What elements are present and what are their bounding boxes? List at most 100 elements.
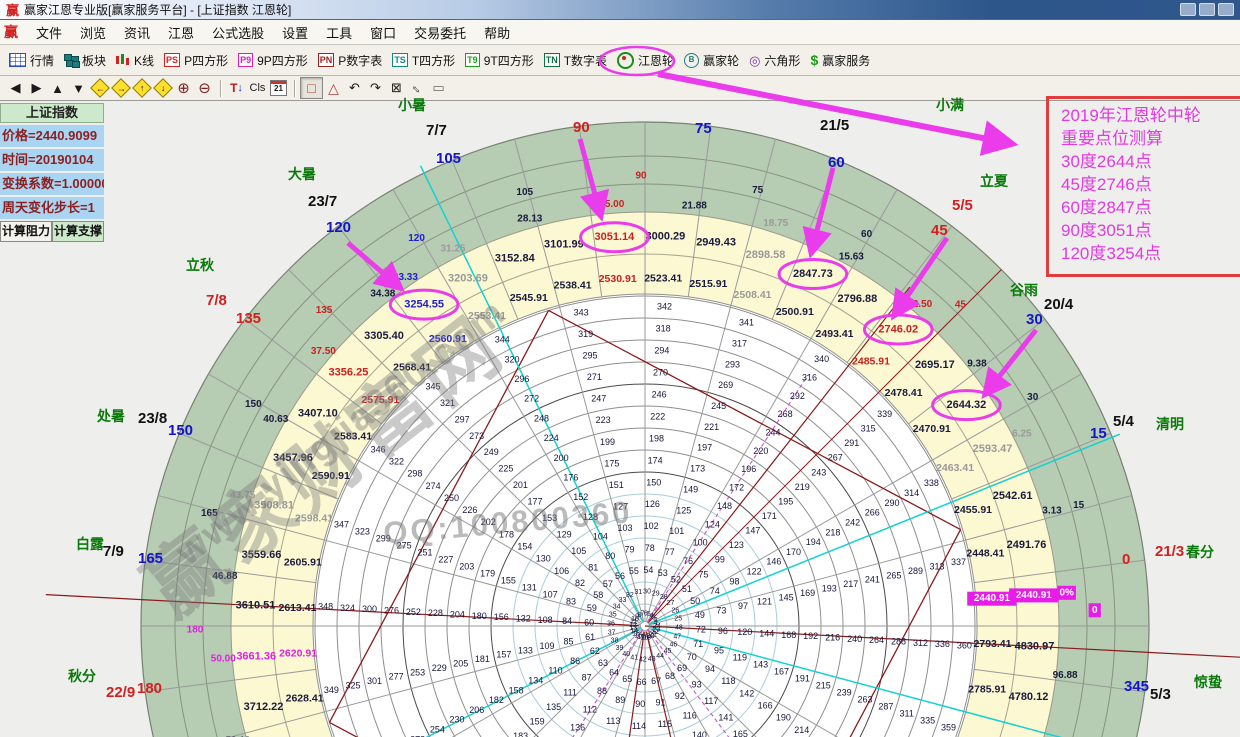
- toolbar-quotes[interactable]: 行情: [4, 49, 59, 72]
- menu-item-settings[interactable]: 设置: [273, 21, 317, 44]
- svg-text:117: 117: [704, 696, 718, 706]
- calc-resistance-button[interactable]: 计算阻力: [0, 221, 52, 242]
- svg-text:336: 336: [935, 639, 950, 649]
- draw-zoom-in-button[interactable]: ⊕: [173, 78, 194, 98]
- draw-square-tool-button[interactable]: □: [300, 77, 323, 99]
- maximize-button[interactable]: [1199, 3, 1215, 16]
- svg-text:3101.99: 3101.99: [544, 239, 584, 251]
- toolbar-kline[interactable]: K线: [111, 49, 159, 72]
- draw-zoom-out-button[interactable]: ⊖: [194, 78, 215, 98]
- svg-text:80: 80: [605, 551, 615, 561]
- svg-text:66: 66: [637, 677, 647, 687]
- toolbar-label-winner-service: 赢家服务: [822, 52, 870, 69]
- toolbar-t-square[interactable]: TST四方形: [387, 49, 460, 72]
- menu-item-file[interactable]: 文件: [27, 21, 71, 44]
- menu-item-trade-entrust[interactable]: 交易委托: [405, 21, 475, 44]
- toolbar-gann-wheel[interactable]: 江恩轮: [612, 49, 679, 72]
- svg-text:151: 151: [609, 480, 624, 490]
- toolbar-p-number-table[interactable]: PNP数字表: [313, 49, 388, 72]
- svg-text:86: 86: [570, 656, 580, 666]
- toolbar-p-square[interactable]: PSP四方形: [159, 49, 233, 72]
- svg-text:78: 78: [645, 543, 655, 553]
- svg-text:165: 165: [733, 729, 748, 737]
- annotation-line: 60度2847点: [1061, 196, 1240, 219]
- svg-text:148: 148: [717, 501, 732, 511]
- minimize-button[interactable]: [1180, 3, 1196, 16]
- draw-rotate-cw-button[interactable]: ↷: [365, 78, 386, 98]
- svg-text:2493.41: 2493.41: [816, 328, 854, 340]
- panel-row-step: 周天变化步长=1: [0, 197, 104, 219]
- toolbar-t-number-table[interactable]: TNT数字表: [539, 49, 612, 72]
- svg-text:294: 294: [654, 346, 669, 356]
- svg-text:3610.51: 3610.51: [236, 600, 276, 612]
- svg-text:225: 225: [498, 464, 513, 474]
- svg-text:2463.41: 2463.41: [936, 462, 974, 474]
- toolbar-sectors[interactable]: 板块: [59, 49, 111, 72]
- svg-text:45: 45: [955, 300, 967, 311]
- svg-text:168: 168: [781, 630, 796, 640]
- svg-text:359: 359: [941, 723, 956, 733]
- svg-text:287: 287: [878, 702, 893, 712]
- close-button[interactable]: [1218, 3, 1234, 16]
- draw-t-updown-button[interactable]: T↓: [226, 78, 247, 98]
- menu-item-browse[interactable]: 浏览: [71, 21, 115, 44]
- menu-item-help[interactable]: 帮助: [475, 21, 519, 44]
- svg-text:131: 131: [522, 582, 537, 592]
- svg-text:2628.41: 2628.41: [286, 692, 324, 704]
- svg-text:113: 113: [606, 716, 620, 726]
- svg-text:239: 239: [837, 688, 852, 698]
- svg-text:178: 178: [499, 529, 514, 539]
- toolbar-winner-wheel[interactable]: B赢家轮: [679, 49, 744, 72]
- svg-text:252: 252: [406, 607, 421, 617]
- svg-text:275: 275: [397, 540, 412, 550]
- svg-text:71: 71: [693, 639, 703, 649]
- toolbar-9p-square[interactable]: P99P四方形: [233, 49, 313, 72]
- draw-pan-left-button[interactable]: ←: [89, 78, 110, 98]
- calendar-icon: 21: [270, 80, 287, 96]
- svg-text:199: 199: [600, 437, 615, 447]
- menu-item-window[interactable]: 窗口: [361, 21, 405, 44]
- menu-bar: 赢 文件浏览资讯江恩公式选股设置工具窗口交易委托帮助: [0, 20, 1240, 45]
- panel-row-price: 价格=2440.9099: [0, 125, 104, 147]
- svg-text:2545.91: 2545.91: [510, 292, 548, 304]
- calc-support-button[interactable]: 计算支撑: [52, 221, 104, 242]
- draw-cls-button[interactable]: Cls: [247, 78, 268, 98]
- svg-text:84: 84: [562, 616, 572, 626]
- toolbar-hexagon[interactable]: ◎六角形: [744, 49, 805, 72]
- draw-pan-up-button[interactable]: ↑: [131, 78, 152, 98]
- draw-calendar-button[interactable]: 21: [268, 78, 289, 98]
- svg-text:150: 150: [646, 477, 661, 487]
- svg-text:107: 107: [543, 589, 558, 599]
- svg-text:75: 75: [752, 185, 764, 196]
- svg-text:62: 62: [590, 646, 600, 656]
- svg-text:292: 292: [790, 391, 805, 401]
- draw-flip-up-button[interactable]: ▲: [47, 78, 68, 98]
- draw-pan-right-button[interactable]: →: [110, 78, 131, 98]
- menu-item-gann[interactable]: 江恩: [159, 21, 203, 44]
- svg-text:268: 268: [778, 409, 793, 419]
- svg-text:93: 93: [692, 679, 702, 689]
- draw-flip-down-button[interactable]: ▼: [68, 78, 89, 98]
- svg-text:43: 43: [648, 656, 656, 663]
- svg-text:90: 90: [636, 171, 648, 182]
- toolbar-winner-service[interactable]: $赢家服务: [805, 49, 875, 72]
- draw-pan-down-button[interactable]: ↓: [152, 78, 173, 98]
- svg-text:2949.43: 2949.43: [696, 237, 736, 249]
- svg-text:241: 241: [865, 575, 880, 585]
- gann-wheel-area[interactable]: 15304560759010512013515016518003.136.259…: [0, 101, 1240, 737]
- draw-triangle-tool-button[interactable]: △: [323, 78, 344, 98]
- svg-text:118: 118: [721, 676, 735, 686]
- menu-item-formula-stock-pick[interactable]: 公式选股: [203, 21, 273, 44]
- app-logo-icon: 赢: [6, 0, 19, 19]
- menu-item-tools[interactable]: 工具: [317, 21, 361, 44]
- svg-text:2598.41: 2598.41: [295, 512, 333, 524]
- toolbar-9t-square[interactable]: T99T四方形: [460, 49, 539, 72]
- svg-text:152: 152: [573, 492, 588, 502]
- svg-text:317: 317: [732, 338, 747, 348]
- draw-back-button[interactable]: ◀: [5, 78, 26, 98]
- draw-forward-button[interactable]: ▶: [26, 78, 47, 98]
- menu-item-news[interactable]: 资讯: [115, 21, 159, 44]
- svg-text:0: 0: [1092, 605, 1098, 616]
- draw-rotate-ccw-button[interactable]: ↶: [344, 78, 365, 98]
- svg-text:141: 141: [718, 712, 733, 722]
